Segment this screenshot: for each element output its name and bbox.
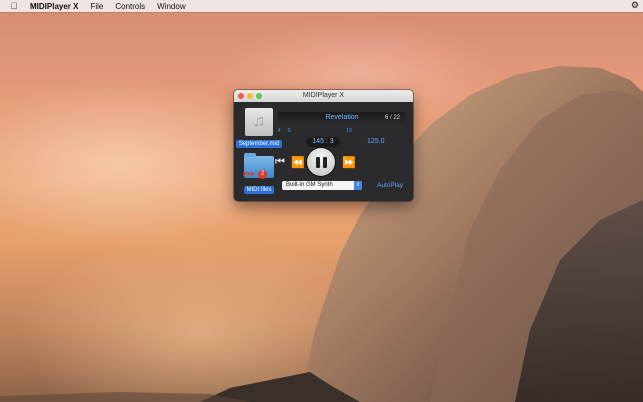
song-count: 6 / 22 (384, 115, 400, 121)
menu-app-name[interactable]: MIDIPlayer X (30, 2, 78, 11)
music-note-icon: ♫ (245, 108, 273, 136)
window-title: MIDIPlayer X (302, 92, 345, 99)
rewind-icon[interactable]: ⏪ (291, 156, 305, 169)
menu-controls[interactable]: Controls (115, 2, 145, 11)
pause-button[interactable] (307, 148, 335, 176)
song-display: Revelation 6 / 22 (278, 112, 406, 124)
ruler-tick (294, 128, 304, 136)
menu-file[interactable]: File (90, 2, 103, 11)
close-button[interactable] (238, 93, 244, 99)
mountain-illustration (0, 66, 643, 402)
ruler-tick: 10 (345, 128, 353, 134)
ruler-tick (334, 128, 344, 136)
apple-icon[interactable]:  (4, 1, 24, 11)
ruler-tick (394, 128, 404, 136)
ruler-tick (384, 128, 394, 136)
zoom-button[interactable] (256, 93, 262, 99)
ruler-tick (364, 128, 374, 136)
folder-label: MIDI files (244, 186, 274, 194)
ruler-tick (354, 128, 364, 136)
autoplay-toggle[interactable]: AutoPlay (377, 182, 403, 189)
fast-forward-icon[interactable]: ⏩ (342, 156, 356, 169)
ruler-tick (374, 128, 384, 136)
ruler-tick (314, 128, 324, 136)
ruler-tick: 5 (287, 128, 291, 134)
position-ruler[interactable]: 4 5 10 (274, 128, 406, 136)
previous-track-icon[interactable]: ⏮ (275, 156, 285, 169)
menu-bar:  MIDIPlayer X File Controls Window ⚙ (0, 0, 643, 12)
tempo-readout[interactable]: 125.0 (367, 138, 385, 145)
ruler-tick: 4 (277, 128, 281, 134)
minimize-button[interactable] (247, 93, 253, 99)
status-menu-icon[interactable]: ⚙ (631, 0, 639, 11)
ruler-tick (304, 128, 314, 136)
pause-icon (315, 156, 327, 168)
dropdown-caret-icon: ⇕ (354, 181, 362, 190)
synth-select[interactable]: Built-in GM Synth ⇕ (282, 181, 362, 190)
midi-player-window: MIDIPlayer X ♫ Revelation 6 / 22 4 5 10 … (234, 90, 413, 201)
menu-window[interactable]: Window (157, 2, 185, 11)
synth-selected-value: Built-in GM Synth (286, 182, 333, 188)
filename-label: September.mid (236, 140, 282, 148)
position-readout: 145 : 3 (306, 137, 340, 147)
ruler-tick (324, 128, 334, 136)
window-titlebar[interactable]: MIDIPlayer X (234, 90, 413, 102)
folder-badge: 2 (258, 170, 267, 179)
arrows-icon: ➤➤➤ (242, 171, 256, 178)
